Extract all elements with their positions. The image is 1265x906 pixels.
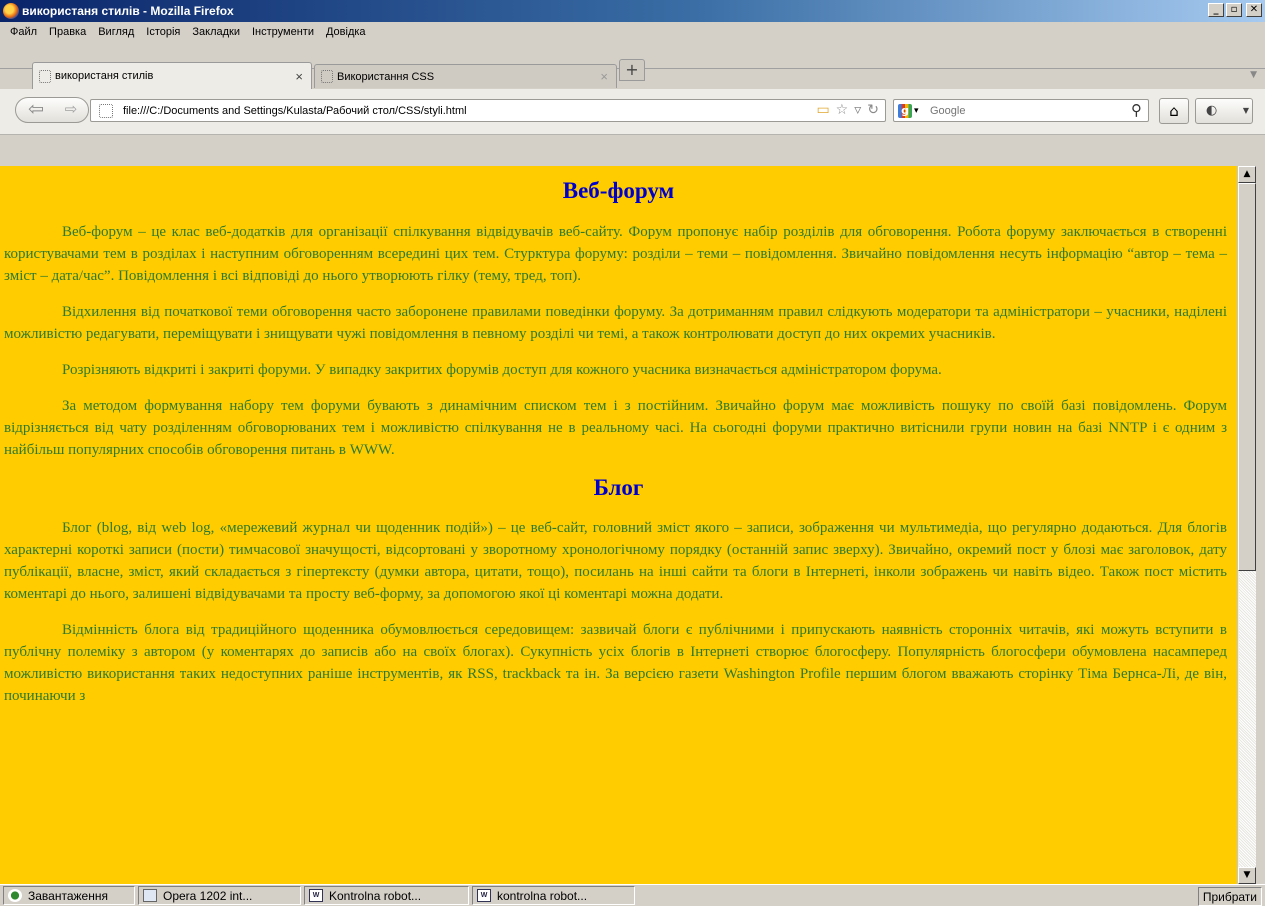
loading-icon — [8, 889, 22, 902]
section-heading-blog: Блог — [593, 475, 644, 500]
url-bar[interactable]: ▭ ☆ ▿ ↻ — [90, 99, 886, 122]
page-favicon-icon — [39, 69, 51, 83]
menu-file[interactable]: Файл — [4, 26, 43, 38]
search-magnifier-icon[interactable]: ⚲ — [1131, 101, 1142, 119]
scroll-up-arrow-icon[interactable]: ▲ — [1238, 166, 1256, 183]
url-bar-icons: ▭ ☆ ▿ ↻ — [816, 102, 879, 118]
new-tab-button[interactable]: + — [619, 59, 645, 81]
search-engine-selector[interactable]: g ▾ — [894, 100, 930, 121]
word-document-icon: W — [309, 889, 323, 902]
menu-help[interactable]: Довідка — [320, 26, 372, 38]
menu-bar: Файл Правка Вигляд Історія Закладки Інст… — [0, 22, 1265, 41]
close-button[interactable]: ✕ — [1246, 3, 1262, 17]
history-dropdown-icon[interactable]: ▿ — [854, 102, 861, 118]
home-button[interactable]: ⌂ — [1159, 98, 1189, 124]
paragraph: Відмінність блога від традиційного щоден… — [4, 622, 1227, 704]
task-label: Opera 1202 int... — [163, 888, 253, 903]
tab-label: Використання CSS — [337, 70, 435, 83]
menu-history[interactable]: Історія — [140, 26, 186, 38]
status-bar: Завантаження Opera 1202 int... W Kontrol… — [0, 884, 1265, 906]
tabs-list-icon[interactable]: ▼ — [1250, 70, 1257, 80]
minimize-button[interactable]: _ — [1208, 3, 1224, 17]
site-identity-icon[interactable] — [99, 103, 113, 118]
loading-status: Завантаження — [3, 886, 135, 905]
maximize-button[interactable]: ▫ — [1226, 3, 1242, 17]
page-content: Веб-форум Веб-форум – це клас веб-додатк… — [0, 166, 1237, 884]
tab-css-usage[interactable]: Використання CSS × — [314, 64, 617, 88]
loading-label: Завантаження — [28, 888, 108, 903]
chevron-down-icon: ▾ — [914, 105, 919, 116]
paragraph: Блог (blog, від web log, «мережевий журн… — [4, 520, 1227, 602]
window-titlebar: використаня стилів - Mozilla Firefox _ ▫… — [0, 0, 1265, 22]
menu-tools[interactable]: Інструменти — [246, 26, 320, 38]
task-word-1[interactable]: W Kontrolna robot... — [304, 886, 469, 905]
addon-button[interactable]: ◐ ▼ — [1195, 98, 1253, 124]
tab-styles[interactable]: використаня стилів × — [32, 62, 312, 89]
paragraph: За методом формування набору тем форуми … — [4, 398, 1227, 458]
dismiss-button[interactable]: Прибрати — [1197, 887, 1262, 906]
scroll-thumb[interactable] — [1238, 183, 1256, 571]
reload-icon[interactable]: ↻ — [867, 102, 879, 118]
task-opera[interactable]: Opera 1202 int... — [138, 886, 301, 905]
search-input[interactable] — [930, 104, 1110, 117]
firefox-logo-icon — [3, 3, 19, 19]
url-input[interactable] — [123, 104, 763, 117]
paragraph: Розрізняють відкриті і закриті форуми. У… — [62, 362, 942, 378]
google-icon: g — [898, 103, 912, 118]
scroll-down-arrow-icon[interactable]: ▼ — [1238, 867, 1256, 884]
task-word-2[interactable]: W kontrolna robot... — [472, 886, 635, 905]
chevron-down-icon[interactable]: ▼ — [1243, 99, 1249, 123]
scroll-track[interactable] — [1239, 571, 1256, 867]
task-label: Kontrolna robot... — [329, 888, 422, 903]
menu-view[interactable]: Вигляд — [92, 26, 140, 38]
addon-icon: ◐ — [1206, 103, 1218, 118]
tab-close-icon[interactable]: × — [295, 69, 303, 84]
forward-button[interactable]: ⇨ — [54, 98, 88, 122]
navigation-toolbar: ⇦ ⇨ ▭ ☆ ▿ ↻ g ▾ ⚲ ⌂ ◐ ▼ — [0, 89, 1265, 135]
page-favicon-icon — [321, 70, 333, 83]
back-button[interactable]: ⇦ — [16, 98, 56, 122]
paragraph: Відхилення від початкової теми обговорен… — [4, 304, 1227, 342]
tab-close-icon[interactable]: × — [600, 69, 608, 84]
section-heading-forum: Веб-форум — [562, 178, 675, 203]
back-forward-group: ⇦ ⇨ — [15, 97, 89, 123]
folder-icon[interactable]: ▭ — [816, 102, 829, 118]
menu-bookmarks[interactable]: Закладки — [186, 26, 246, 38]
paragraph: Веб-форум – це клас веб-додатків для орг… — [4, 224, 1227, 284]
search-bar[interactable]: g ▾ ⚲ — [893, 99, 1149, 122]
word-document-icon: W — [477, 889, 491, 902]
window-title: використаня стилів - Mozilla Firefox — [22, 4, 234, 18]
window-icon — [143, 889, 157, 902]
window-border — [1256, 135, 1265, 884]
bookmark-star-icon[interactable]: ☆ — [836, 102, 849, 118]
menu-edit[interactable]: Правка — [43, 26, 92, 38]
tab-label: використаня стилів — [55, 70, 154, 82]
task-label: kontrolna robot... — [497, 888, 588, 903]
window-controls: _ ▫ ✕ — [1208, 3, 1262, 17]
vertical-scrollbar[interactable]: ▲ ▼ — [1237, 166, 1256, 884]
